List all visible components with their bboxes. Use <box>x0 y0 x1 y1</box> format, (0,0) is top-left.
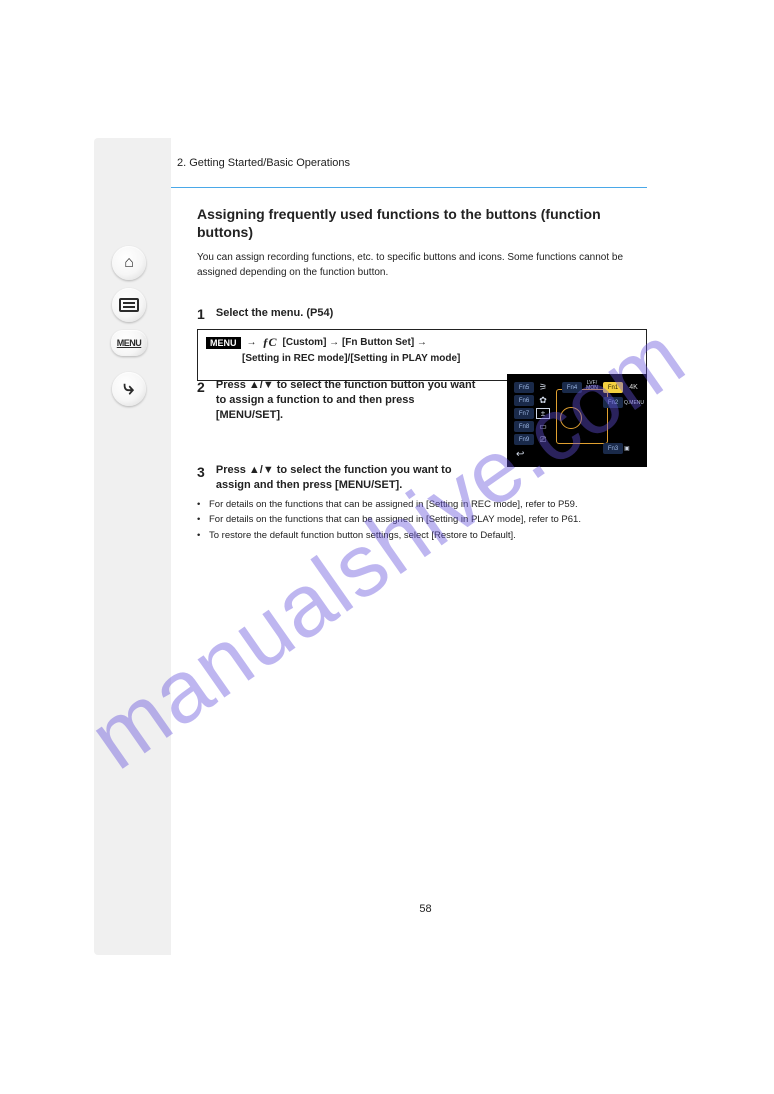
fn3-label: Fn3 <box>603 443 623 454</box>
fn5-label: Fn5 <box>514 382 534 393</box>
fn4-label: Fn4 <box>562 382 582 393</box>
sidebar: ⌂ MENU ⤶ <box>94 138 164 955</box>
q-icon: ✿ <box>536 395 550 406</box>
camera-outline-icon <box>556 389 608 444</box>
preview-icon: ⎚ <box>536 434 550 445</box>
fn1-label: Fn1 <box>603 382 623 393</box>
arrow-icon: → <box>247 337 257 348</box>
fn2-label: Fn2 <box>603 397 623 408</box>
nav-panel-button[interactable] <box>112 288 146 322</box>
panel-icon <box>119 298 139 312</box>
i-icon: ± <box>536 408 550 419</box>
page-number: 58 <box>171 903 680 915</box>
hist-icon: ▭ <box>536 421 550 432</box>
nav-back-button[interactable]: ⤶ <box>112 372 146 406</box>
lvf-mon-icon: LVF/MON <box>584 380 600 391</box>
step-1-text: Select the menu. (P54) <box>216 306 636 320</box>
step-2: 2 Press ▲/▼ to select the function butto… <box>197 378 497 423</box>
fn8-label: Fn8 <box>514 421 534 432</box>
custom-icon: ƒC <box>263 335 277 350</box>
bullet-icon: • <box>197 529 203 542</box>
step-1: 1 Select the menu. (P54) <box>197 306 640 322</box>
content-area: 2. Getting Started/Basic Operations Assi… <box>171 138 680 955</box>
fn1-assignment-icon: 4K <box>625 382 642 393</box>
step-3: 3 Press ▲/▼ to select the function you w… <box>197 463 497 493</box>
menu-tag: MENU <box>206 337 241 349</box>
bullet-icon: • <box>197 513 203 526</box>
step-3-number: 3 <box>197 463 205 482</box>
step-2-text: Press ▲/▼ to select the function button … <box>216 378 476 423</box>
lcd-content: Fn5 ⚞ Fn6 ✿ Fn7 ± Fn8 ▭ Fn9 ⎚ Fn4 LVF/MO… <box>510 377 644 464</box>
menu-path-text-1: [Custom] → [Fn Button Set] → <box>283 337 427 348</box>
step-3-text: Press ▲/▼ to select the function you wan… <box>216 463 476 493</box>
menu-path-line-1: MENU → ƒC [Custom] → [Fn Button Set] → <box>206 335 638 350</box>
page-frame: ⌂ MENU ⤶ 2. Getting Started/Basic Operat… <box>94 138 680 955</box>
note-3: To restore the default function button s… <box>209 529 516 542</box>
lcd-back-icon: ↩ <box>516 449 524 460</box>
note-1: For details on the functions that can be… <box>209 498 578 511</box>
menu-path-text-2: [Setting in REC mode]/[Setting in PLAY m… <box>242 353 638 364</box>
header-rule <box>171 187 647 188</box>
bullet-icon: • <box>197 498 203 511</box>
nav-menu-button[interactable]: MENU <box>111 330 147 356</box>
step-2-number: 2 <box>197 378 205 397</box>
fn7-label: Fn7 <box>514 408 534 419</box>
menu-label: MENU <box>117 338 142 348</box>
wifi-icon: ⚞ <box>536 382 550 393</box>
fn2-assignment-icon: Q.MENU <box>624 397 642 408</box>
step-1-number: 1 <box>197 306 205 322</box>
note-2: For details on the functions that can be… <box>209 513 581 526</box>
fn3-assignment-icon: ▣ <box>624 443 642 454</box>
breadcrumb: 2. Getting Started/Basic Operations <box>177 157 350 169</box>
back-icon: ⤶ <box>123 377 134 400</box>
notes-block: • For details on the functions that can b… <box>197 498 627 544</box>
section-intro: You can assign recording functions, etc.… <box>197 251 640 280</box>
nav-home-button[interactable]: ⌂ <box>112 246 146 280</box>
section-block: Assigning frequently used functions to t… <box>197 206 640 280</box>
fn9-label: Fn9 <box>514 434 534 445</box>
fn6-label: Fn6 <box>514 395 534 406</box>
camera-lcd-preview: Fn5 ⚞ Fn6 ✿ Fn7 ± Fn8 ▭ Fn9 ⎚ Fn4 LVF/MO… <box>507 374 647 467</box>
section-title: Assigning frequently used functions to t… <box>197 206 640 241</box>
home-icon: ⌂ <box>124 254 134 272</box>
